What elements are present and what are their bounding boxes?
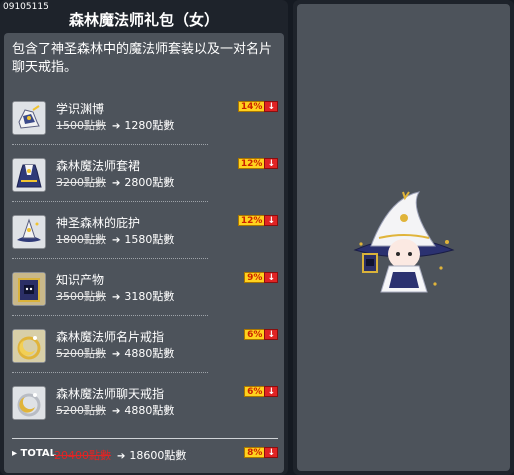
item-name: 学识渊博 <box>56 102 105 116</box>
item-name: 森林魔法师聊天戒指 <box>56 387 165 401</box>
item-new-price: 4880點數 <box>124 347 175 360</box>
discount-badge: 12% ↓ <box>237 158 278 169</box>
down-arrow-icon: ↓ <box>264 215 278 226</box>
item-name: 神圣森林的庇护 <box>56 216 141 230</box>
item-price: 1800點數 ➔ 1580點數 <box>56 231 174 247</box>
item-price: 1500點數 ➔ 1280點數 <box>56 117 174 133</box>
character-preview <box>297 4 510 471</box>
down-arrow-icon: ↓ <box>264 101 278 112</box>
package-item[interactable]: 森林魔法师名片戒指 5200點數 ➔ 4880點數 6% ↓ <box>12 323 278 373</box>
item-divider <box>12 315 208 316</box>
discount-badge: 6% ↓ <box>244 329 278 340</box>
total-new-price: 18600點數 <box>129 449 187 462</box>
package-item[interactable]: 森林魔法师聊天戒指 5200點數 ➔ 4880點數 6% ↓ <box>12 380 278 430</box>
down-arrow-icon: ↓ <box>264 329 278 340</box>
hat-icon <box>12 215 46 249</box>
arrow-right-icon: ➔ <box>112 178 121 189</box>
item-price: 5200點數 ➔ 4880點數 <box>56 345 174 361</box>
total-old-price: 20400點數 <box>54 449 111 462</box>
arrow-right-icon: ➔ <box>112 235 121 246</box>
item-price: 3500點數 ➔ 3180點數 <box>56 288 174 304</box>
item-name: 森林魔法师套裙 <box>56 159 141 173</box>
package-item[interactable]: 神圣森林的庇护 1800點數 ➔ 1580點數 12% ↓ <box>12 209 278 259</box>
item-price: 3200點數 ➔ 2800點數 <box>56 174 174 190</box>
item-new-price: 1580點數 <box>124 233 175 246</box>
arrow-right-icon: ➔ <box>112 406 121 417</box>
discount-badge: 6% ↓ <box>244 386 278 397</box>
item-new-price: 1280點數 <box>124 119 175 132</box>
moon-ring-icon <box>12 386 46 420</box>
bullet-icon: ▸ <box>12 448 18 459</box>
moon-ring-icon <box>12 329 46 363</box>
item-old-price: 5200點數 <box>56 347 106 360</box>
spellbook-icon <box>12 272 46 306</box>
discount-badge: 12% ↓ <box>237 215 278 226</box>
robe-icon <box>12 158 46 192</box>
discount-badge: 9% ↓ <box>244 272 278 283</box>
arrow-right-icon: ➔ <box>117 451 126 462</box>
item-new-price: 4880點數 <box>124 404 175 417</box>
down-arrow-icon: ↓ <box>264 272 278 283</box>
package-content: 包含了神圣森林中的魔法师套装以及一对名片聊天戒指。 学识渊博 1500點數 ➔ 12… <box>4 33 284 473</box>
package-panel: 09105115 森林魔法师礼包（女） 包含了神圣森林中的魔法师套装以及一对名片… <box>0 0 288 475</box>
preview-panel <box>293 0 514 475</box>
item-divider <box>12 258 208 259</box>
item-divider <box>12 144 208 145</box>
item-name: 知识产物 <box>56 273 105 287</box>
item-name: 森林魔法师名片戒指 <box>56 330 165 344</box>
item-old-price: 3500點數 <box>56 290 106 303</box>
boots-icon <box>12 101 46 135</box>
arrow-right-icon: ➔ <box>112 349 121 360</box>
item-divider <box>12 372 208 373</box>
item-new-price: 3180點數 <box>124 290 175 303</box>
item-price: 5200點數 ➔ 4880點數 <box>56 402 174 418</box>
total-divider <box>12 438 278 439</box>
package-description: 包含了神圣森林中的魔法师套装以及一对名片聊天戒指。 <box>12 42 273 75</box>
down-arrow-icon: ↓ <box>264 158 278 169</box>
arrow-right-icon: ➔ <box>112 292 121 303</box>
item-old-price: 1500點數 <box>56 119 106 132</box>
item-new-price: 2800點數 <box>124 176 175 189</box>
item-old-price: 5200點數 <box>56 404 106 417</box>
discount-badge: 8% ↓ <box>244 447 278 458</box>
down-arrow-icon: ↓ <box>264 386 278 397</box>
forest-mage-character-icon <box>349 188 459 303</box>
item-divider <box>12 201 208 202</box>
total-row: ▸ TOTAL 20400點數 ➔ 18600點數 8% ↓ <box>12 446 278 462</box>
total-price: 20400點數 ➔ 18600點數 <box>54 447 186 463</box>
package-title: 森林魔法师礼包（女） <box>68 11 219 29</box>
total-label: ▸ TOTAL <box>12 448 56 459</box>
item-old-price: 3200點數 <box>56 176 106 189</box>
discount-badge: 14% ↓ <box>237 101 278 112</box>
package-item[interactable]: 学识渊博 1500點數 ➔ 1280點數 14% ↓ <box>12 95 278 145</box>
down-arrow-icon: ↓ <box>264 447 278 458</box>
arrow-right-icon: ➔ <box>112 121 121 132</box>
package-item[interactable]: 森林魔法师套裙 3200點數 ➔ 2800點數 12% ↓ <box>12 152 278 202</box>
item-old-price: 1800點數 <box>56 233 106 246</box>
package-item[interactable]: 知识产物 3500點數 ➔ 3180點數 9% ↓ <box>12 266 278 316</box>
